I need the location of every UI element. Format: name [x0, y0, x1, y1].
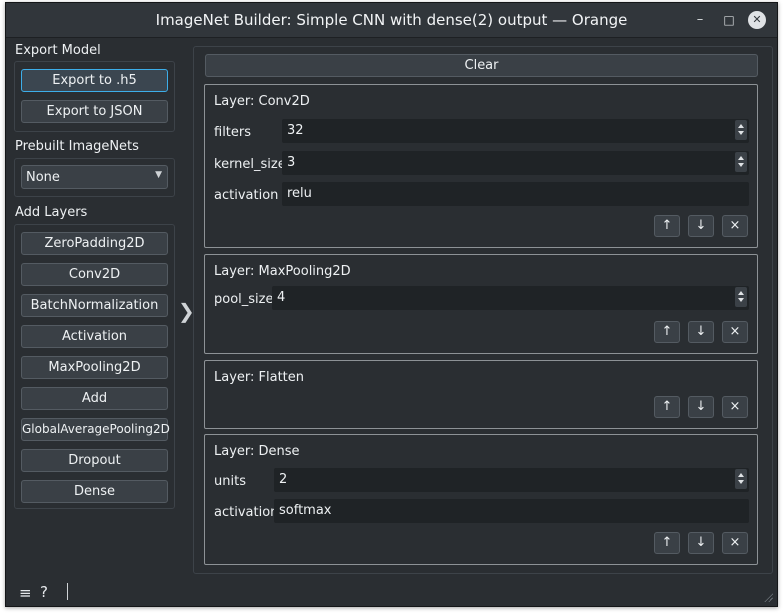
- move-up-button[interactable]: ↑: [654, 321, 680, 343]
- close-icon[interactable]: ✕: [748, 11, 766, 29]
- remove-layer-button[interactable]: ×: [722, 396, 748, 418]
- layer-title: Layer: Dense: [214, 444, 300, 459]
- add-dropout-button[interactable]: Dropout: [21, 449, 168, 472]
- activation-field[interactable]: relu: [282, 182, 749, 206]
- spinbox-value: 2: [279, 472, 288, 487]
- prop-label: kernel_size: [214, 157, 286, 172]
- layer-title: Layer: Flatten: [214, 370, 305, 385]
- activation-field[interactable]: softmax: [274, 499, 749, 523]
- prebuilt-imagenets-select[interactable]: None ▼: [21, 165, 168, 189]
- prop-label: filters: [214, 125, 252, 140]
- field-value: relu: [287, 186, 312, 201]
- move-down-button[interactable]: ↓: [688, 532, 714, 554]
- prebuilt-selected-value: None: [26, 170, 60, 185]
- units-spinbox[interactable]: 2: [274, 468, 749, 492]
- layer-card-dense: Layer: Dense units 2 activation softmax …: [204, 434, 758, 565]
- move-down-button[interactable]: ↓: [688, 321, 714, 343]
- spinbox-value: 32: [287, 123, 304, 138]
- move-down-button[interactable]: ↓: [688, 396, 714, 418]
- filters-spinbox[interactable]: 32: [282, 119, 749, 143]
- prop-label: activation: [214, 505, 279, 520]
- separator: [67, 583, 68, 600]
- export-model-group: Export to .h5 Export to JSON: [14, 61, 175, 132]
- add-batchnormalization-button[interactable]: BatchNormalization: [21, 294, 168, 317]
- add-dense-button[interactable]: Dense: [21, 480, 168, 503]
- prebuilt-imagenets-group: None ▼: [14, 158, 175, 197]
- layer-card-flatten: Layer: Flatten ↑ ↓ ×: [204, 360, 758, 429]
- menu-icon[interactable]: ≡: [19, 584, 32, 602]
- spinbox-value: 4: [277, 290, 286, 305]
- prebuilt-imagenets-heading: Prebuilt ImageNets: [15, 139, 139, 154]
- prop-label: units: [214, 474, 246, 489]
- spin-arrows-icon[interactable]: [735, 120, 747, 140]
- export-model-heading: Export Model: [15, 43, 101, 58]
- add-activation-button[interactable]: Activation: [21, 325, 168, 348]
- layer-card-conv2d: Layer: Conv2D filters 32 kernel_size 3 a…: [204, 84, 758, 248]
- export-h5-button[interactable]: Export to .h5: [21, 69, 168, 92]
- add-layers-group: ZeroPadding2D Conv2D BatchNormalization …: [14, 224, 175, 509]
- field-value: softmax: [279, 503, 332, 518]
- resize-grip-icon[interactable]: [763, 592, 773, 602]
- clear-button[interactable]: Clear: [205, 54, 758, 77]
- layer-card-maxpooling2d: Layer: MaxPooling2D pool_size 4 ↑ ↓ ×: [204, 254, 758, 354]
- remove-layer-button[interactable]: ×: [722, 532, 748, 554]
- window-title: ImageNet Builder: Simple CNN with dense(…: [155, 11, 628, 29]
- maximize-icon[interactable]: □: [719, 10, 739, 30]
- layers-panel: Clear Layer: Conv2D filters 32 kernel_si…: [193, 46, 773, 574]
- remove-layer-button[interactable]: ×: [722, 321, 748, 343]
- move-down-button[interactable]: ↓: [688, 215, 714, 237]
- prop-label: activation: [214, 188, 279, 203]
- add-maxpooling2d-button[interactable]: MaxPooling2D: [21, 356, 168, 379]
- app-window: ImageNet Builder: Simple CNN with dense(…: [5, 2, 778, 607]
- help-icon[interactable]: ?: [40, 583, 48, 601]
- spin-arrows-icon[interactable]: [735, 152, 747, 172]
- spin-arrows-icon[interactable]: [735, 469, 747, 489]
- move-up-button[interactable]: ↑: [654, 532, 680, 554]
- chevron-down-icon: ▼: [155, 170, 162, 180]
- layer-title: Layer: Conv2D: [214, 94, 310, 109]
- status-bar: ≡ ?: [6, 578, 777, 606]
- remove-layer-button[interactable]: ×: [722, 215, 748, 237]
- title-bar: ImageNet Builder: Simple CNN with dense(…: [6, 3, 777, 38]
- add-layers-heading: Add Layers: [15, 205, 88, 220]
- prop-label: pool_size: [214, 292, 274, 307]
- layer-title: Layer: MaxPooling2D: [214, 264, 351, 279]
- spin-arrows-icon[interactable]: [735, 287, 747, 307]
- move-up-button[interactable]: ↑: [654, 215, 680, 237]
- add-zeropadding2d-button[interactable]: ZeroPadding2D: [21, 232, 168, 255]
- minimize-icon[interactable]: –: [690, 10, 710, 30]
- kernel-size-spinbox[interactable]: 3: [282, 151, 749, 175]
- add-globalaveragepooling2d-button[interactable]: GlobalAveragePooling2D: [21, 418, 170, 441]
- add-add-button[interactable]: Add: [21, 387, 168, 410]
- export-json-button[interactable]: Export to JSON: [21, 100, 168, 123]
- spinbox-value: 3: [287, 155, 296, 170]
- pool-size-spinbox[interactable]: 4: [272, 286, 749, 310]
- move-up-button[interactable]: ↑: [654, 396, 680, 418]
- add-conv2d-button[interactable]: Conv2D: [21, 263, 168, 286]
